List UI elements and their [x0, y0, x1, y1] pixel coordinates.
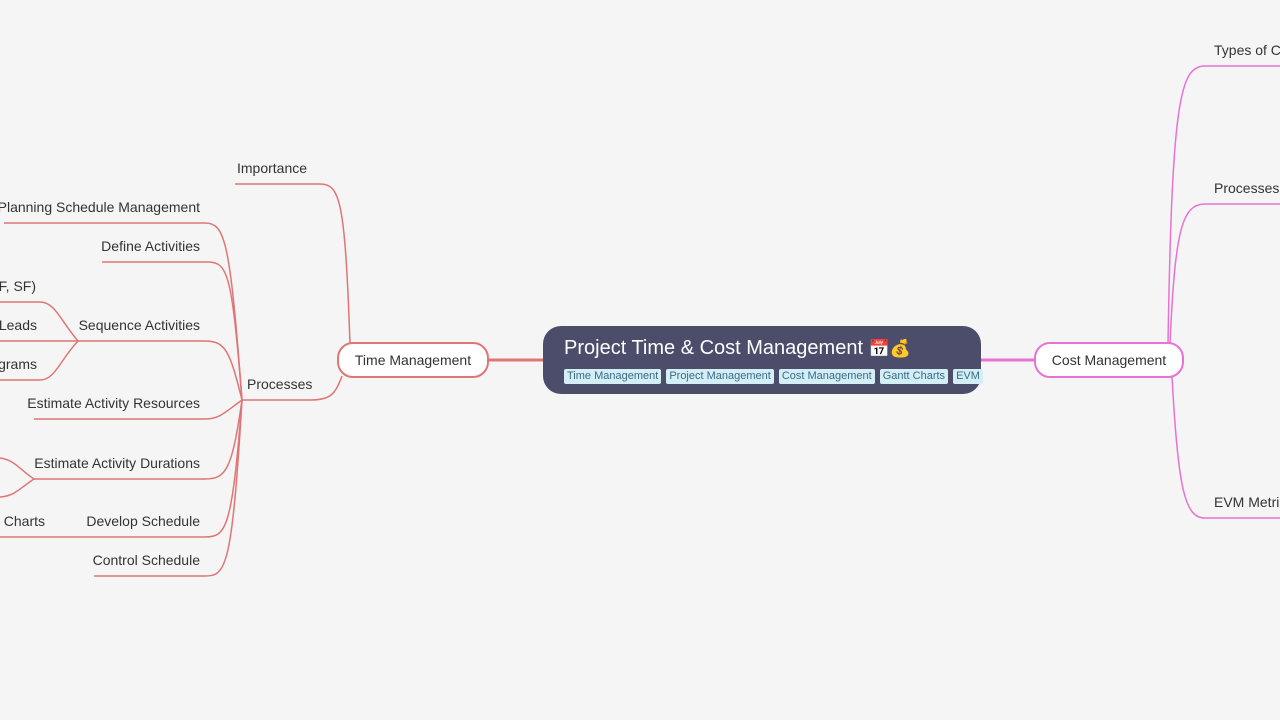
node-label: Time Management — [354, 352, 472, 368]
tag[interactable]: Project Management — [666, 369, 774, 384]
node-label: Cost Management — [1051, 352, 1167, 368]
calendar-icon: 📅 — [868, 339, 890, 358]
connector-proc-control — [94, 399, 243, 577]
root-node[interactable]: Project Time & Cost Management 📅💰 Time M… — [543, 326, 983, 394]
tag[interactable]: EVM — [953, 369, 983, 384]
node-network-diagrams-partial[interactable]: grams — [0, 355, 37, 373]
connector-cost-processes — [1169, 203, 1280, 345]
connector-dur-2 — [0, 478, 35, 498]
connector-proc-sequence — [78, 340, 243, 401]
money-bag-icon: 💰 — [889, 339, 911, 358]
node-processes[interactable]: Processes — [247, 375, 312, 393]
root-title-text: Project Time & Cost Management — [564, 337, 864, 359]
root-tags: Time Management Project Management Cost … — [564, 369, 983, 384]
node-develop-schedule[interactable]: Develop Schedule — [86, 512, 200, 530]
connector-cost-types — [1167, 65, 1280, 345]
tag[interactable]: Time Management — [564, 369, 662, 384]
node-sequence-activities[interactable]: Sequence Activities — [79, 316, 200, 334]
node-define-activities[interactable]: Define Activities — [101, 237, 200, 255]
node-dependency-types-partial[interactable]: FF, SF) — [0, 277, 36, 295]
node-importance[interactable]: Importance — [237, 159, 307, 177]
node-types-of-costs-partial[interactable]: Types of Co — [1214, 41, 1280, 59]
node-estimate-activity-resources[interactable]: Estimate Activity Resources — [27, 394, 200, 412]
node-planning-schedule-management[interactable]: Planning Schedule Management — [0, 198, 200, 216]
node-control-schedule[interactable]: Control Schedule — [93, 551, 200, 569]
connector-dur-1 — [0, 457, 35, 480]
node-evm-metrics-partial[interactable]: EVM Metric — [1214, 493, 1280, 511]
node-lags-leads-partial[interactable]: Leads — [0, 316, 37, 334]
tag[interactable]: Gantt Charts — [879, 369, 949, 384]
tag[interactable]: Cost Management — [778, 369, 875, 384]
node-cost-processes[interactable]: Processes — [1214, 179, 1279, 197]
node-estimate-activity-durations[interactable]: Estimate Activity Durations — [34, 454, 200, 472]
root-title: Project Time & Cost Management 📅💰 — [564, 336, 961, 361]
connector-time-importance — [235, 183, 351, 345]
node-cost-management[interactable]: Cost Management — [1034, 342, 1184, 378]
node-time-management[interactable]: Time Management — [337, 342, 489, 378]
node-gantt-charts-partial[interactable]: t Charts — [0, 512, 45, 530]
